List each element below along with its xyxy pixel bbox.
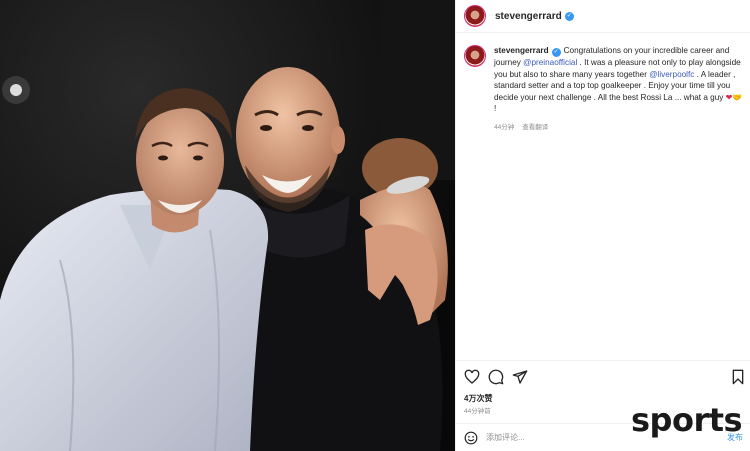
heart-icon[interactable] [464, 369, 480, 385]
caption-verified-icon: ✓ [551, 48, 561, 57]
header-username[interactable]: stevengerrard [495, 11, 562, 22]
sports-watermark: sports [631, 401, 743, 439]
bookmark-icon[interactable] [730, 369, 746, 385]
caption-body: stevengerrard ✓ Congratulations on your in… [494, 45, 746, 131]
caption-username[interactable]: stevengerrard [494, 46, 549, 55]
post-time: 44分钟前 [464, 408, 491, 415]
verified-badge-icon: ✓ [564, 11, 574, 21]
emoji-icon[interactable] [464, 431, 478, 445]
post-header: stevengerrard ✓ [456, 0, 750, 33]
actions-bar [456, 360, 750, 392]
likes-count[interactable]: 4万次赞 [464, 393, 492, 404]
see-translation-link[interactable]: 查看翻译 [522, 121, 548, 131]
post-photo[interactable] [0, 0, 455, 451]
comment-icon[interactable] [488, 369, 504, 385]
share-icon[interactable] [512, 369, 528, 385]
caption-meta: 44分钟 查看翻译 [494, 121, 746, 131]
mention-preinaofficial[interactable]: @preinaofficial [523, 58, 577, 67]
photo-illustration [0, 0, 455, 451]
caption-avatar[interactable] [464, 45, 486, 67]
mention-liverpoolfc[interactable]: @liverpoolfc [649, 70, 694, 79]
handshake-emoji-icon: 🤝 [732, 92, 743, 102]
caption-block: stevengerrard ✓ Congratulations on your in… [464, 45, 746, 131]
caption-time: 44分钟 [494, 123, 515, 131]
avatar[interactable] [464, 5, 486, 27]
post-side-panel: stevengerrard ✓ stevengerrard ✓ Congratula… [455, 0, 750, 451]
caption-text-end: ! [494, 104, 497, 114]
caption-text: stevengerrard ✓ Congratulations on your in… [494, 45, 746, 115]
